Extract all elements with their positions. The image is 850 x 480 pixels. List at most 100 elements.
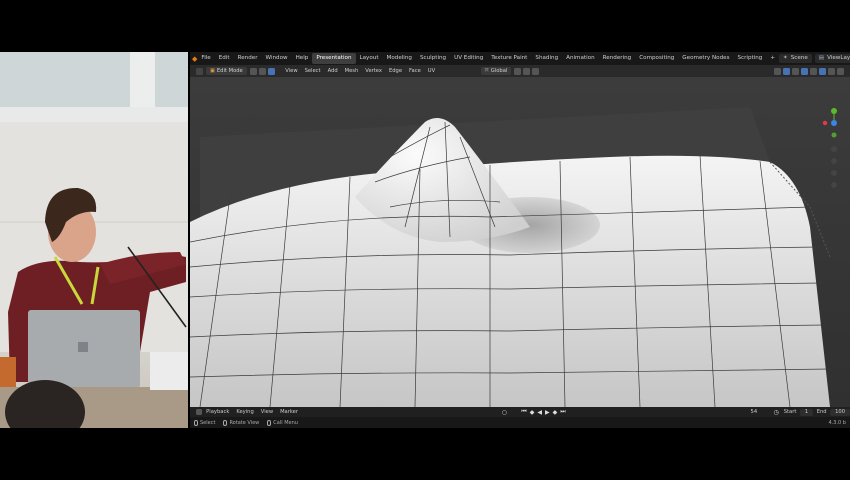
- tab-geometry-nodes[interactable]: Geometry Nodes: [678, 53, 733, 64]
- version-label: 4.3.0 b: [828, 419, 847, 426]
- gizmo-toggle-icon[interactable]: [783, 67, 790, 75]
- end-label: End: [816, 409, 827, 415]
- menu-file[interactable]: File: [197, 52, 214, 65]
- edge-select-icon[interactable]: [258, 67, 266, 75]
- face-select-icon[interactable]: [267, 67, 275, 75]
- tab-texture-paint[interactable]: Texture Paint: [487, 53, 531, 64]
- menu-help[interactable]: Help: [292, 52, 313, 65]
- scene-selector[interactable]: ✦ Scene: [779, 54, 812, 63]
- end-frame-field[interactable]: 100: [830, 408, 850, 416]
- mesh-surface[interactable]: [190, 155, 830, 407]
- snap-icon[interactable]: [523, 67, 531, 75]
- orientation-icon: ⤧: [484, 68, 489, 74]
- menu-playback[interactable]: Playback: [203, 409, 233, 415]
- tab-presentation[interactable]: Presentation: [312, 53, 356, 64]
- orientation-label: Global: [490, 68, 508, 74]
- scene-icon: ✦: [783, 55, 788, 61]
- perspective-grid-icon[interactable]: [831, 182, 837, 188]
- menu-render[interactable]: Render: [234, 52, 262, 65]
- menu-keying[interactable]: Keying: [233, 409, 257, 415]
- shading-rendered-icon[interactable]: [837, 67, 844, 75]
- tab-shading[interactable]: Shading: [531, 53, 562, 64]
- 3d-viewport[interactable]: [190, 77, 850, 408]
- overlays-icon[interactable]: [792, 67, 799, 75]
- menu-add[interactable]: Add: [324, 65, 341, 77]
- blender-window: ◆ File Edit Render Window Help Presentat…: [190, 52, 850, 428]
- tab-animation[interactable]: Animation: [562, 53, 599, 64]
- jump-start-icon[interactable]: ⏮: [520, 408, 528, 416]
- pivot-icon[interactable]: [514, 67, 522, 75]
- tab-compositing[interactable]: Compositing: [635, 53, 678, 64]
- scene-label: Scene: [790, 55, 808, 61]
- view-layer-selector[interactable]: ▤ ViewLayer: [814, 54, 850, 63]
- timeline-header: Playback Keying View Marker ○ ⏮ ◆ ◀ ▶ ◆ …: [190, 407, 850, 417]
- view-layer-label: ViewLayer: [827, 55, 850, 61]
- top-bar: ◆ File Edit Render Window Help Presentat…: [190, 52, 850, 65]
- proportional-edit-icon[interactable]: [532, 67, 540, 75]
- mouse-right-icon: [267, 419, 272, 426]
- menu-face[interactable]: Face: [406, 65, 425, 77]
- xray-toggle-icon[interactable]: [801, 67, 808, 75]
- status-hint-menu: Call Menu: [263, 419, 302, 426]
- letterbox-bottom: [0, 428, 850, 480]
- play-icon[interactable]: ▶: [544, 409, 552, 416]
- menu-view[interactable]: View: [282, 65, 301, 77]
- record-icon[interactable]: ○: [500, 409, 508, 416]
- tab-uv-editing[interactable]: UV Editing: [450, 53, 487, 64]
- editor-type-icon[interactable]: [196, 67, 203, 75]
- timeline-editor-icon[interactable]: [196, 409, 202, 415]
- edit-mode-icon: ▣: [210, 68, 215, 74]
- tab-layout[interactable]: Layout: [356, 53, 383, 64]
- gizmo-y-axis-icon[interactable]: [831, 108, 837, 114]
- tab-scripting[interactable]: Scripting: [733, 53, 766, 64]
- pan-hand-icon[interactable]: [831, 158, 837, 164]
- viewport-canvas[interactable]: [190, 77, 850, 408]
- menu-marker[interactable]: Marker: [277, 409, 302, 415]
- clock-icon[interactable]: ◷: [772, 409, 780, 416]
- menu-select[interactable]: Select: [301, 65, 324, 77]
- mode-dropdown[interactable]: ▣ Edit Mode: [206, 67, 247, 75]
- tab-rendering[interactable]: Rendering: [599, 53, 636, 64]
- tab-sculpting[interactable]: Sculpting: [416, 53, 450, 64]
- gizmo-neg-y-icon[interactable]: [831, 132, 837, 138]
- next-keyframe-icon[interactable]: ◆: [551, 409, 559, 416]
- status-bar: Select Rotate View Call Menu 4.3.0 b: [190, 417, 850, 428]
- zoom-icon[interactable]: [831, 146, 837, 152]
- tab-modeling[interactable]: Modeling: [383, 53, 416, 64]
- menu-vertex[interactable]: Vertex: [362, 65, 386, 77]
- menu-mesh[interactable]: Mesh: [341, 65, 362, 77]
- mouse-left-icon: [194, 419, 198, 426]
- start-frame-field[interactable]: 1: [799, 408, 814, 416]
- menu-edit[interactable]: Edit: [215, 52, 234, 65]
- status-hint-label: Rotate View: [229, 419, 260, 426]
- menu-uv[interactable]: UV: [424, 65, 438, 77]
- shading-material-icon[interactable]: [828, 67, 835, 75]
- menu-window[interactable]: Window: [262, 52, 292, 65]
- status-hint-rotate: Rotate View: [219, 419, 263, 426]
- menu-edge[interactable]: Edge: [385, 65, 405, 77]
- play-reverse-icon[interactable]: ◀: [536, 409, 544, 416]
- gizmo-z-axis-icon[interactable]: [831, 120, 837, 126]
- vertex-select-icon[interactable]: [249, 67, 257, 75]
- viewport-header: ▣ Edit Mode View Select Add Mesh Vertex …: [190, 65, 850, 77]
- shading-wireframe-icon[interactable]: [810, 67, 817, 75]
- status-hint-label: Call Menu: [273, 419, 298, 426]
- navigation-gizmo[interactable]: [822, 105, 846, 225]
- start-label: Start: [783, 409, 797, 415]
- prev-keyframe-icon[interactable]: ◆: [528, 409, 536, 416]
- visibility-icon[interactable]: [774, 67, 781, 75]
- letterbox-top: [0, 0, 850, 52]
- shading-solid-icon[interactable]: [819, 67, 826, 75]
- status-hint-label: Select: [200, 419, 216, 426]
- transform-orientation-dropdown[interactable]: ⤧ Global: [480, 67, 512, 75]
- jump-end-icon[interactable]: ⏭: [559, 408, 567, 416]
- camera-view-icon[interactable]: [831, 170, 837, 176]
- menu-timeline-view[interactable]: View: [257, 409, 276, 415]
- current-frame-field[interactable]: 54: [747, 409, 761, 415]
- status-hint-select: Select: [190, 419, 219, 426]
- view-layer-icon: ▤: [818, 55, 825, 61]
- presenter-camera-feed: [0, 52, 188, 428]
- gizmo-x-axis-icon[interactable]: [822, 120, 828, 126]
- mode-label: Edit Mode: [216, 68, 243, 74]
- add-workspace-button[interactable]: +: [766, 53, 779, 64]
